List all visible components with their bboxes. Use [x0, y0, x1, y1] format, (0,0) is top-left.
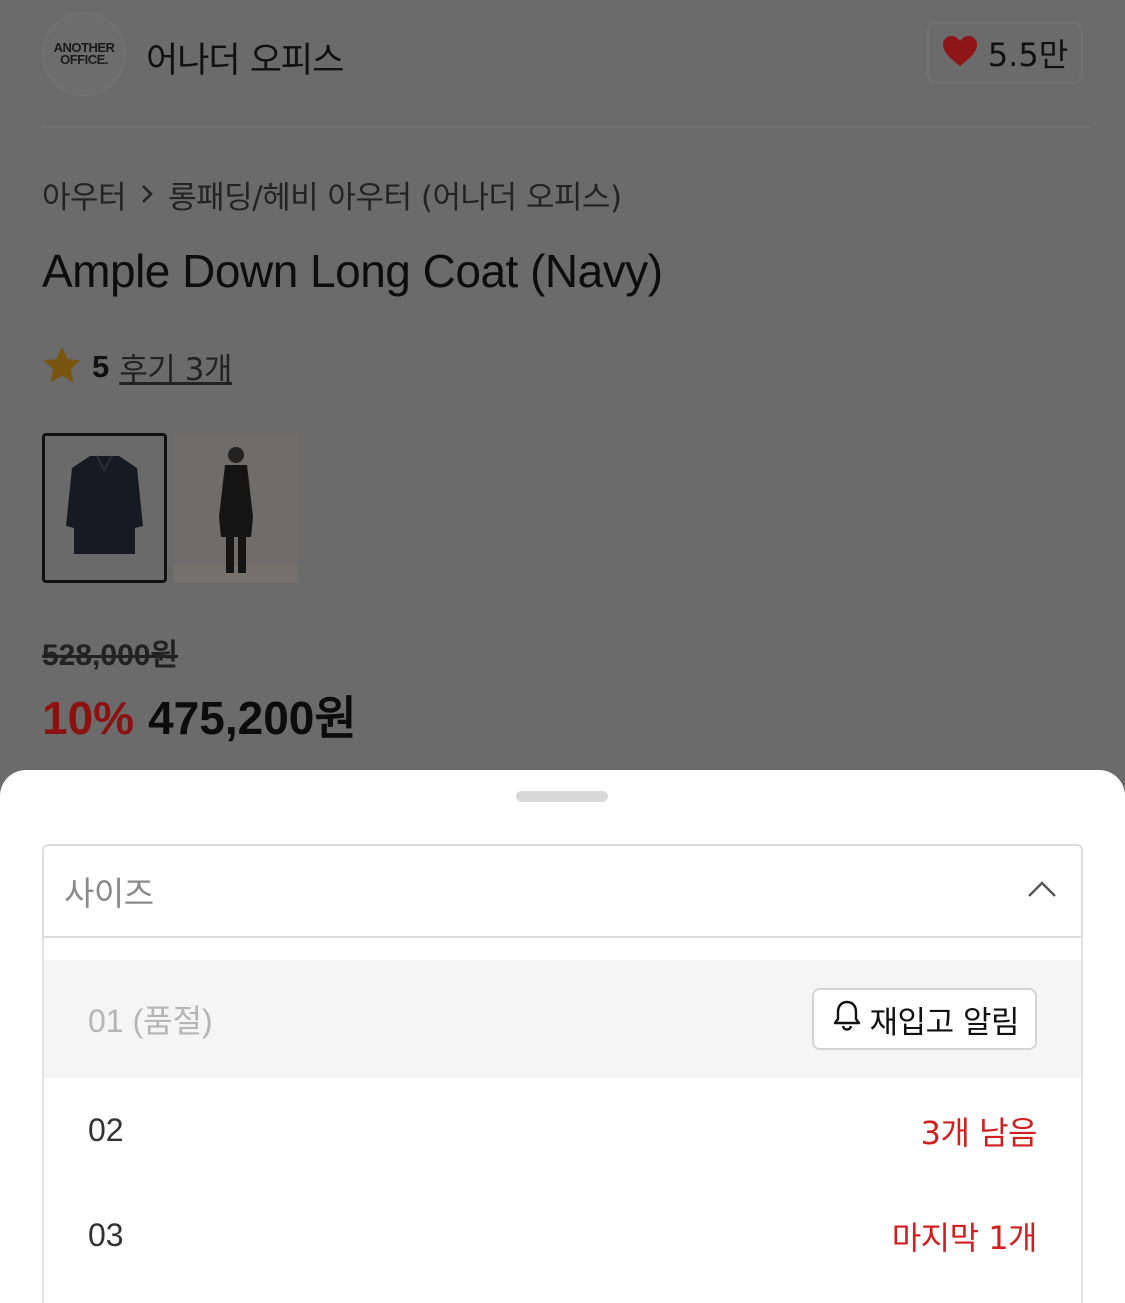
size-select[interactable]: 사이즈 [42, 844, 1083, 938]
discount-rate: 10% [42, 692, 135, 744]
stock-note: 마지막 1개 [891, 1218, 1038, 1257]
chevron-right-icon [140, 177, 154, 213]
stock-note: 3개 남음 [920, 1113, 1038, 1152]
size-option-02[interactable]: 02 3개 남음 [44, 1078, 1081, 1183]
rating: 5 후기 3개 [42, 344, 232, 389]
option-label: 01 (품절) [88, 1003, 213, 1039]
sale-price: 475,200원 [148, 692, 357, 744]
restock-alert-label: 재입고 알림 [869, 1004, 1020, 1041]
product-title: Ample Down Long Coat (Navy) [42, 245, 663, 297]
price-row: 10% 475,200원 [42, 682, 357, 748]
option-label: 02 [88, 1112, 124, 1148]
bell-icon [832, 999, 862, 1039]
header-divider [42, 126, 1090, 128]
model-wearing-thumbnail[interactable] [173, 433, 298, 583]
size-option-01: 01 (품절) 재입고 알림 [44, 960, 1081, 1078]
star-icon [42, 346, 82, 388]
brand-logo[interactable]: ANOTHER OFFICE. [42, 12, 126, 96]
option-bottom-sheet: 사이즈 01 (품절) 재입고 알림 02 3개 남음 03 마지막 1개 [0, 770, 1125, 1303]
brand-header: ANOTHER OFFICE. 어나더 오피스 5.5만 [42, 12, 1083, 96]
chevron-up-icon [1027, 880, 1057, 902]
size-options-list: 01 (품절) 재입고 알림 02 3개 남음 03 마지막 1개 [42, 938, 1083, 1303]
original-price: 528,000원 [42, 639, 179, 672]
size-option-03[interactable]: 03 마지막 1개 [44, 1183, 1081, 1288]
restock-alert-button[interactable]: 재입고 알림 [811, 988, 1037, 1050]
size-select-label: 사이즈 [64, 874, 154, 913]
option-label: 03 [88, 1217, 124, 1253]
brand-logo-line2: OFFICE. [60, 52, 108, 67]
coat-flat-thumbnail[interactable] [42, 433, 167, 583]
heart-icon [942, 35, 978, 71]
rating-score: 5 [92, 348, 110, 384]
brand-name[interactable]: 어나더 오피스 [146, 32, 344, 83]
breadcrumb-level2[interactable]: 롱패딩/헤비 아우터 (어나더 오피스) [168, 172, 622, 217]
breadcrumb-level1[interactable]: 아우터 [42, 172, 127, 217]
brand-like-button[interactable]: 5.5만 [927, 22, 1083, 84]
sheet-drag-handle[interactable] [516, 791, 608, 802]
review-count-link[interactable]: 후기 3개 [119, 344, 232, 389]
like-count: 5.5만 [987, 36, 1069, 74]
breadcrumb: 아우터 롱패딩/헤비 아우터 (어나더 오피스) [42, 172, 622, 217]
